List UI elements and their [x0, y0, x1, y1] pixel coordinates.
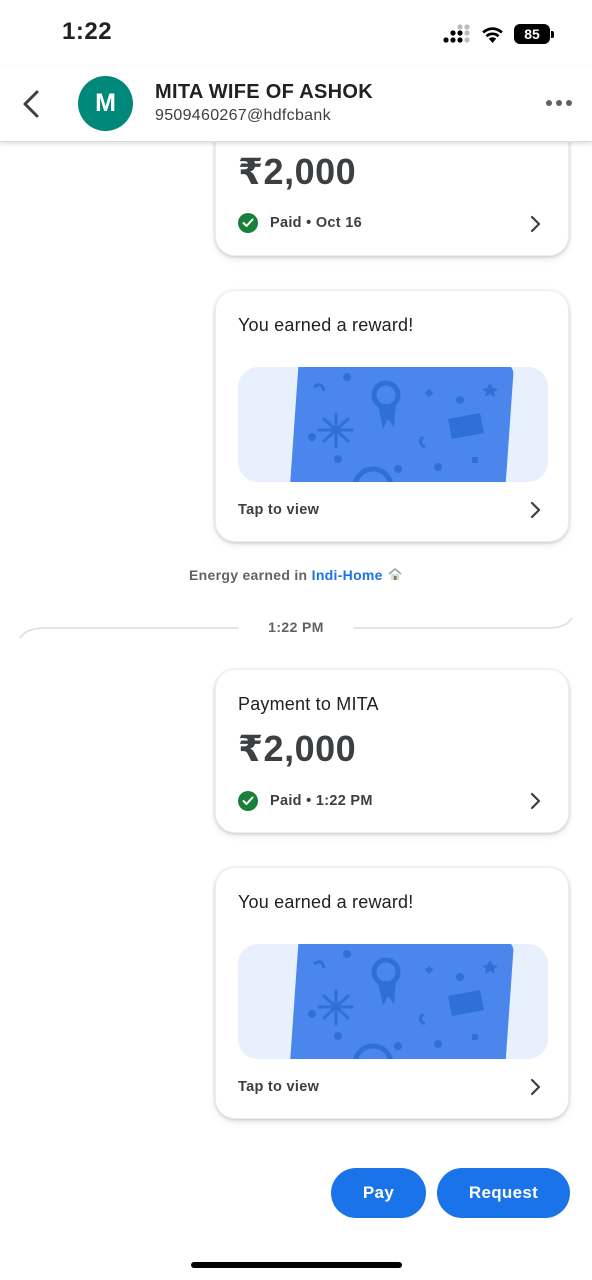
- chevron-right-icon: [530, 792, 541, 810]
- status-icons: 85: [443, 22, 554, 46]
- chat-header: M MITA WIFE OF ASHOK 9509460267@hdfcbank: [0, 66, 592, 142]
- payment-status-text: Paid • 1:22 PM: [270, 793, 373, 809]
- check-circle-icon: [238, 213, 258, 233]
- payment-card[interactable]: Payment to MITA ₹2,000 Paid • 1:22 PM: [215, 669, 569, 833]
- timeline-time: 1:22 PM: [268, 619, 324, 635]
- contact-upi-id: 9509460267@hdfcbank: [155, 107, 331, 124]
- pay-button[interactable]: Pay: [331, 1168, 426, 1218]
- chevron-right-icon: [530, 501, 541, 519]
- payment-amount: ₹2,000: [238, 728, 357, 769]
- reward-title: You earned a reward!: [238, 315, 414, 335]
- back-arrow-icon[interactable]: [18, 88, 46, 120]
- reward-card[interactable]: You earned a reward! Tap to view: [215, 867, 569, 1119]
- request-button[interactable]: Request: [437, 1168, 570, 1218]
- reward-card[interactable]: You earned a reward! Tap to view: [215, 290, 569, 542]
- battery-icon: 85: [514, 24, 554, 44]
- payment-amount: ₹2,000: [238, 151, 357, 192]
- reward-title: You earned a reward!: [238, 892, 414, 912]
- reward-scratch-card[interactable]: [238, 367, 548, 482]
- payment-status: Paid • Oct 16: [238, 213, 362, 233]
- tap-to-view-label: Tap to view: [238, 1079, 320, 1095]
- tap-to-view-label: Tap to view: [238, 502, 320, 518]
- indi-home-link[interactable]: Indi-Home: [312, 567, 383, 583]
- payment-status-text: Paid • Oct 16: [270, 215, 362, 231]
- energy-prefix: Energy earned in: [189, 567, 308, 583]
- reward-card-art: [288, 944, 514, 1059]
- reward-scratch-card[interactable]: [238, 944, 548, 1059]
- reward-card-art: [288, 367, 514, 482]
- chevron-right-icon: [530, 1078, 541, 1096]
- avatar[interactable]: M: [78, 76, 133, 131]
- home-indicator[interactable]: [191, 1262, 402, 1268]
- chevron-right-icon: [530, 215, 541, 233]
- house-icon: [388, 567, 402, 580]
- status-time: 1:22: [62, 18, 113, 45]
- more-options-icon[interactable]: [546, 96, 572, 110]
- contact-name[interactable]: MITA WIFE OF ASHOK: [155, 81, 373, 104]
- check-circle-icon: [238, 791, 258, 811]
- payment-status: Paid • 1:22 PM: [238, 791, 373, 811]
- status-bar: 1:22 85: [0, 0, 592, 66]
- payment-title: Payment to MITA: [238, 694, 379, 714]
- battery-level: 85: [514, 24, 550, 44]
- energy-earned-line: Energy earned in Indi-Home: [0, 567, 592, 583]
- wifi-icon: [482, 26, 503, 43]
- cellular-signal-icon: [443, 24, 470, 43]
